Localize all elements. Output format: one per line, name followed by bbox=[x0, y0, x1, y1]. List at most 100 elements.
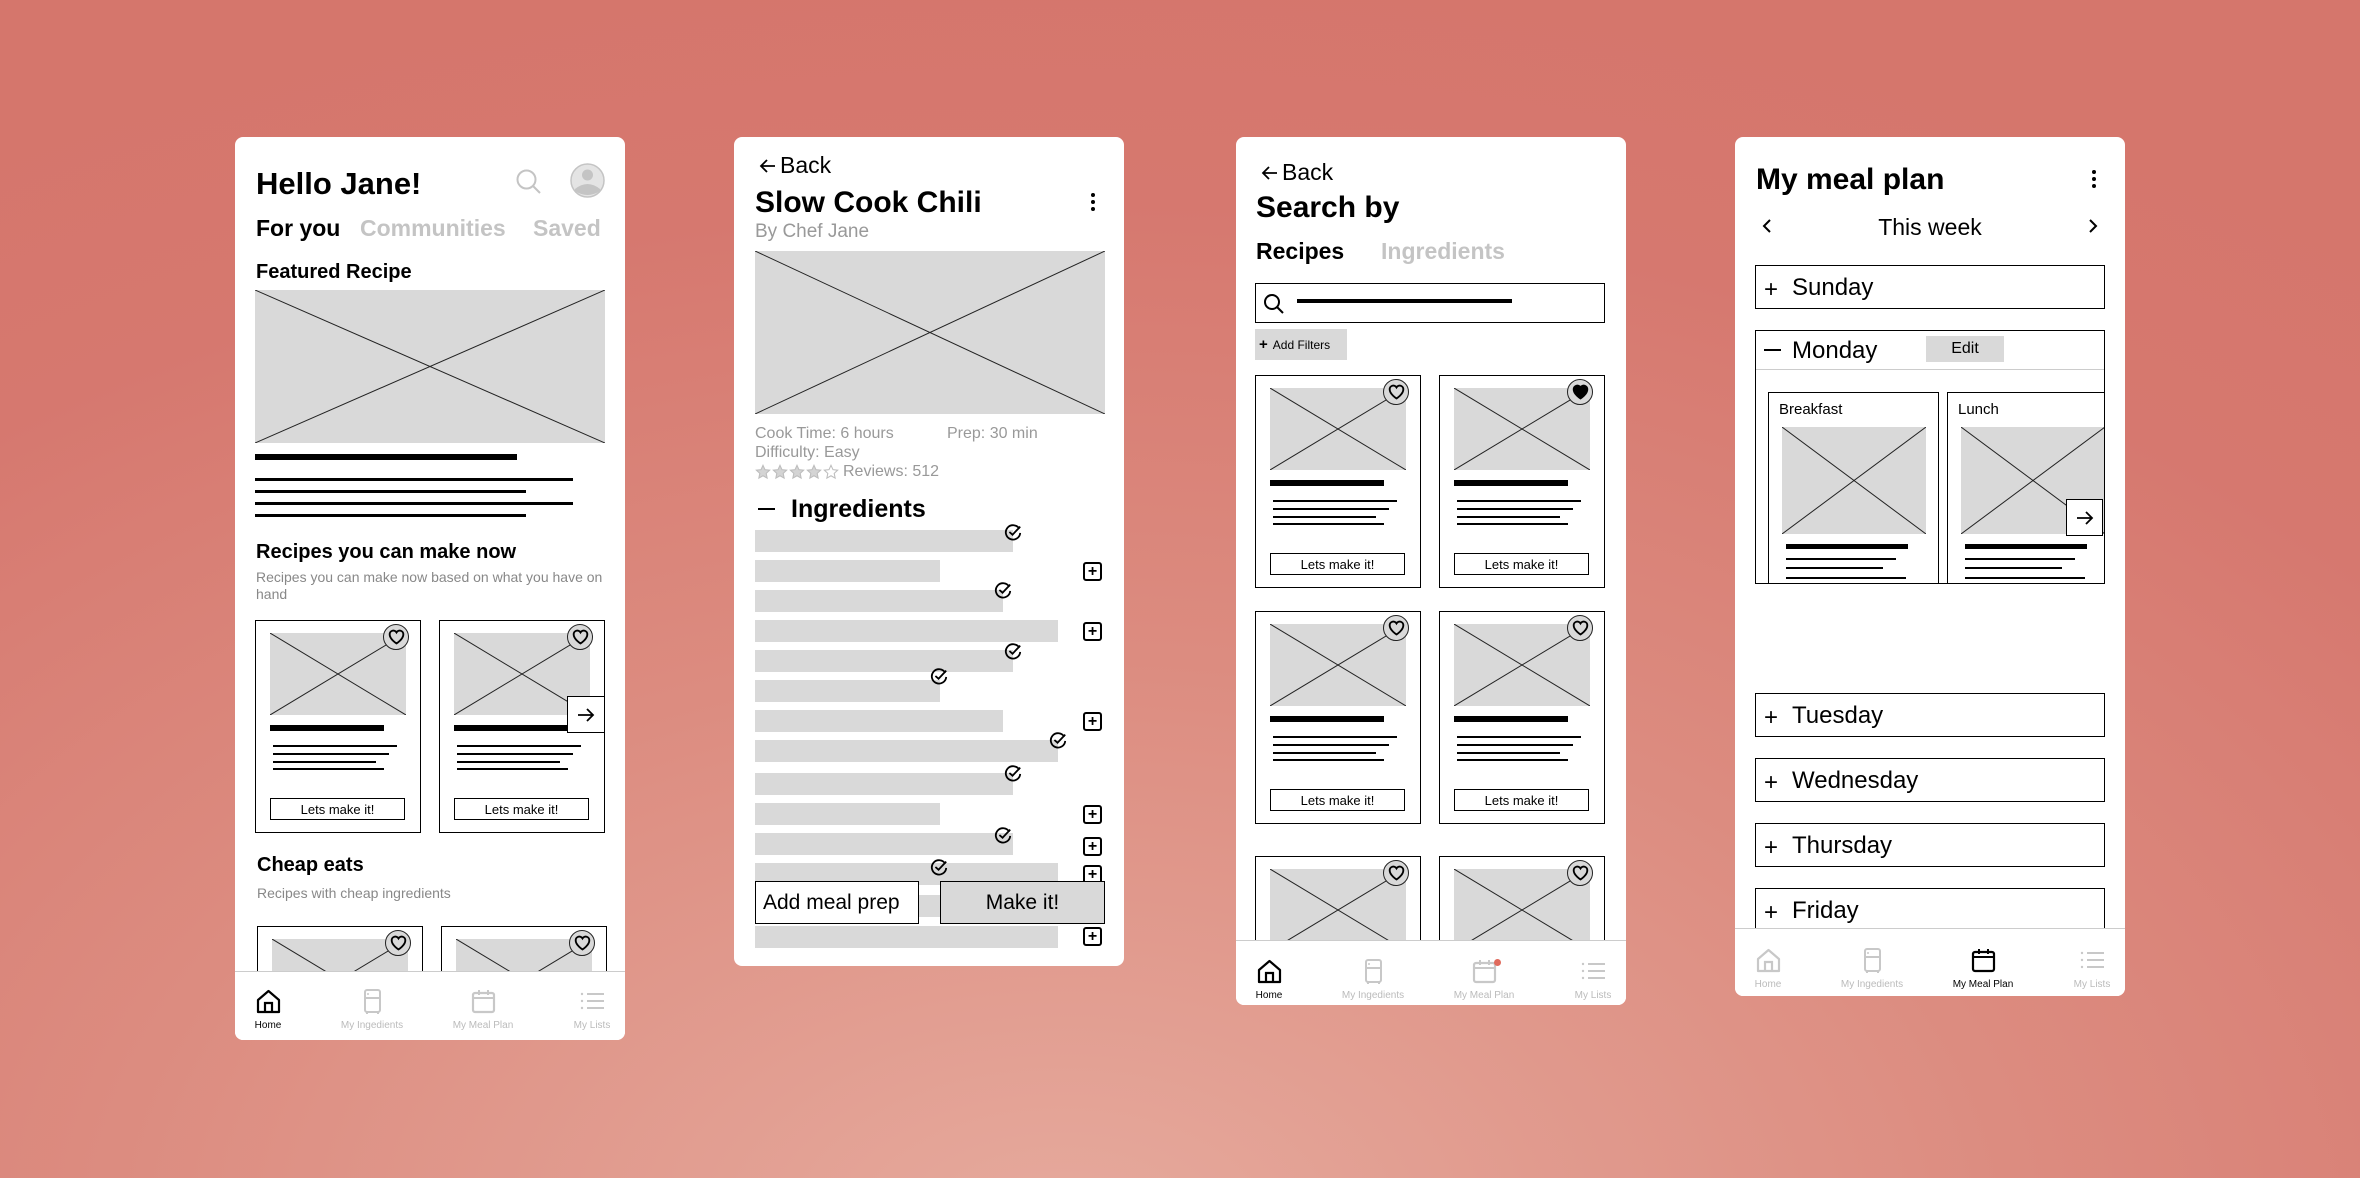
lets-make-it-button[interactable]: Lets make it! bbox=[1454, 789, 1589, 811]
tab-recipes[interactable]: Recipes bbox=[1256, 240, 1344, 263]
nav-item[interactable]: My Meal Plan bbox=[1439, 958, 1529, 1001]
check-circle-icon[interactable] bbox=[1004, 642, 1022, 660]
star-filled-icon bbox=[806, 464, 822, 480]
search-input[interactable] bbox=[1255, 283, 1605, 323]
heart-icon bbox=[1388, 384, 1404, 400]
recipe-card[interactable]: Lets make it! bbox=[1439, 375, 1605, 588]
star-outline-icon bbox=[823, 464, 839, 480]
title-placeholder bbox=[270, 725, 384, 731]
favorite-button[interactable] bbox=[1567, 860, 1593, 886]
favorite-button[interactable] bbox=[1567, 379, 1593, 405]
recipe-card[interactable]: Lets make it! bbox=[1255, 611, 1421, 824]
nav-item[interactable]: My Lists bbox=[2047, 947, 2125, 990]
check-circle-icon[interactable] bbox=[994, 581, 1012, 599]
star-rating bbox=[755, 464, 839, 480]
recipe-card[interactable]: Lets make it! bbox=[1439, 611, 1605, 824]
text-line-placeholder bbox=[273, 761, 376, 763]
meal-card[interactable]: Breakfast See more bbox=[1768, 392, 1939, 583]
favorite-button[interactable] bbox=[1383, 379, 1409, 405]
add-ingredient-button[interactable]: + bbox=[1083, 562, 1102, 581]
meal-card[interactable]: Lunch See more bbox=[1947, 392, 2104, 583]
nav-label: My Lists bbox=[2073, 979, 2111, 990]
favorite-button[interactable] bbox=[1567, 615, 1593, 641]
text-line-placeholder bbox=[1273, 744, 1389, 746]
nav-item[interactable]: My Ingedients bbox=[1827, 947, 1917, 990]
add-ingredient-button[interactable]: + bbox=[1083, 622, 1102, 641]
featured-recipe-image[interactable] bbox=[255, 290, 605, 443]
recipe-card[interactable]: Lets make it! bbox=[255, 620, 421, 833]
text-line-placeholder bbox=[255, 490, 526, 493]
check-circle-icon[interactable] bbox=[1049, 731, 1067, 749]
add-filters-button[interactable]: + Add Filters bbox=[1255, 329, 1347, 360]
edit-button[interactable]: Edit bbox=[1926, 336, 2004, 362]
lets-make-it-button[interactable]: Lets make it! bbox=[1454, 553, 1589, 575]
nav-label: My Meal Plan bbox=[1453, 990, 1515, 1001]
day-monday-header[interactable]: Monday Edit bbox=[1756, 331, 2104, 370]
favorite-button[interactable] bbox=[385, 930, 411, 956]
calendar-icon bbox=[1439, 958, 1529, 985]
nav-item[interactable]: My Ingedients bbox=[1328, 958, 1418, 1001]
nav-item[interactable]: Home bbox=[1236, 958, 1314, 1001]
make-it-button[interactable]: Make it! bbox=[940, 881, 1105, 924]
check-circle-icon[interactable] bbox=[930, 667, 948, 685]
title-placeholder bbox=[1454, 716, 1568, 722]
tab-communities[interactable]: Communities bbox=[360, 217, 506, 240]
bottom-nav: Home My Ingedients My Meal Plan My Lists bbox=[1735, 928, 2125, 996]
add-ingredient-button[interactable]: + bbox=[1083, 927, 1102, 946]
nav-item[interactable]: Home bbox=[235, 988, 313, 1031]
check-circle-icon[interactable] bbox=[1004, 764, 1022, 782]
check-circle-icon[interactable] bbox=[994, 826, 1012, 844]
lets-make-it-button[interactable]: Lets make it! bbox=[454, 798, 589, 820]
favorite-button[interactable] bbox=[569, 930, 595, 956]
favorite-button[interactable] bbox=[567, 624, 593, 650]
nav-item[interactable]: My Meal Plan bbox=[438, 988, 528, 1031]
lets-make-it-button[interactable]: Lets make it! bbox=[270, 798, 405, 820]
add-ingredient-button[interactable]: + bbox=[1083, 805, 1102, 824]
scroll-right-button[interactable] bbox=[567, 696, 605, 733]
cheap-eats-heading: Cheap eats bbox=[257, 854, 364, 876]
more-options-icon[interactable] bbox=[1090, 192, 1096, 217]
heart-icon bbox=[1572, 865, 1588, 881]
nav-item[interactable]: My Lists bbox=[547, 988, 625, 1031]
day-friday[interactable]: + Friday bbox=[1755, 888, 2105, 932]
day-tuesday[interactable]: + Tuesday bbox=[1755, 693, 2105, 737]
search-icon[interactable] bbox=[515, 168, 542, 200]
day-sunday[interactable]: + Sunday bbox=[1755, 265, 2105, 309]
day-thursday[interactable]: + Thursday bbox=[1755, 823, 2105, 867]
nav-item[interactable]: Home bbox=[1735, 947, 1813, 990]
heart-icon bbox=[1388, 865, 1404, 881]
text-line-placeholder bbox=[1273, 523, 1384, 525]
nav-item[interactable]: My Meal Plan bbox=[1938, 947, 2028, 990]
recipe-card[interactable]: Lets make it! bbox=[1255, 375, 1421, 588]
back-button[interactable]: Back bbox=[758, 154, 831, 177]
tab-ingredients[interactable]: Ingredients bbox=[1381, 240, 1505, 263]
arrow-right-icon bbox=[578, 707, 595, 722]
back-button[interactable]: Back bbox=[1260, 161, 1333, 184]
scroll-right-button[interactable] bbox=[2066, 499, 2103, 536]
lets-make-it-button[interactable]: Lets make it! bbox=[1270, 789, 1405, 811]
nav-label: My Meal Plan bbox=[1952, 979, 2014, 990]
collapse-icon[interactable] bbox=[758, 508, 775, 510]
difficulty: Difficulty: Easy bbox=[755, 444, 860, 461]
ingredient-row-placeholder bbox=[755, 926, 1058, 948]
check-circle-icon[interactable] bbox=[1004, 523, 1022, 541]
day-wednesday[interactable]: + Wednesday bbox=[1755, 758, 2105, 802]
favorite-button[interactable] bbox=[383, 624, 409, 650]
more-options-icon[interactable] bbox=[2091, 169, 2097, 194]
recipe-title: Slow Cook Chili bbox=[755, 186, 982, 219]
add-meal-prep-button[interactable]: Add meal prep bbox=[755, 881, 919, 924]
list-icon bbox=[1548, 958, 1626, 985]
add-ingredient-button[interactable]: + bbox=[1083, 712, 1102, 731]
nav-item[interactable]: My Ingedients bbox=[327, 988, 417, 1031]
review-count: Reviews: 512 bbox=[843, 463, 940, 480]
favorite-button[interactable] bbox=[1383, 860, 1409, 886]
favorite-button[interactable] bbox=[1383, 615, 1409, 641]
lets-make-it-button[interactable]: Lets make it! bbox=[1270, 553, 1405, 575]
check-circle-icon[interactable] bbox=[930, 858, 948, 876]
tab-for-you[interactable]: For you bbox=[256, 217, 340, 240]
nav-item[interactable]: My Lists bbox=[1548, 958, 1626, 1001]
add-ingredient-button[interactable]: + bbox=[1083, 837, 1102, 856]
next-week-icon[interactable] bbox=[2088, 218, 2098, 239]
tab-saved[interactable]: Saved bbox=[533, 217, 601, 240]
avatar[interactable] bbox=[570, 163, 605, 203]
